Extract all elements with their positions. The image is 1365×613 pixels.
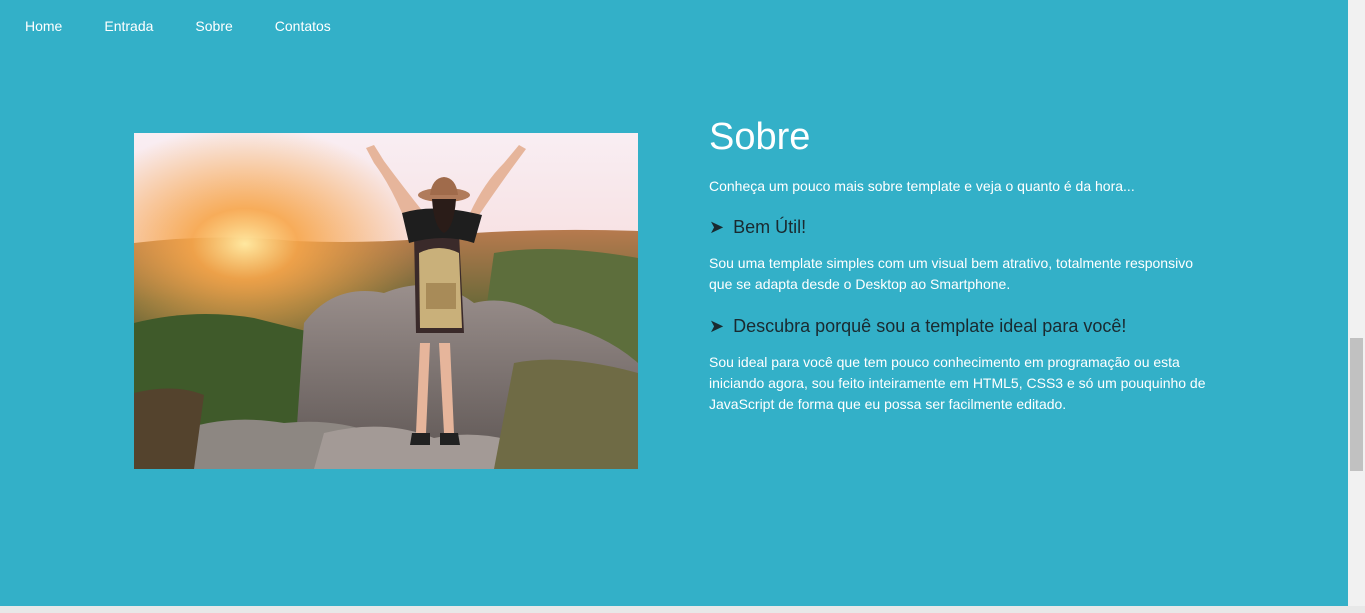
page-title: Sobre xyxy=(709,116,811,158)
section-heading-bem-util: ➤ Bem Útil! xyxy=(709,214,1219,240)
nav-item-home[interactable]: Home xyxy=(25,18,62,34)
about-section: Sobre Conheça um pouco mais sobre templa… xyxy=(709,112,1219,415)
intro-text: Conheça um pouco mais sobre template e v… xyxy=(709,178,1135,194)
arrow-icon: ➤ xyxy=(709,316,725,336)
nav-item-entrada[interactable]: Entrada xyxy=(104,18,153,34)
arrow-icon: ➤ xyxy=(709,217,725,237)
page-background: Home Entrada Sobre Contatos Sobre Conheç… xyxy=(0,0,1348,606)
section-text-descubra: Sou ideal para você que tem pouco conhec… xyxy=(709,354,1206,412)
vertical-scrollbar-thumb[interactable] xyxy=(1350,338,1363,471)
section-heading-label: Descubra porquê sou a template ideal par… xyxy=(733,316,1127,336)
bottom-edge xyxy=(0,606,1365,613)
section-heading-descubra: ➤ Descubra porquê sou a template ideal p… xyxy=(709,313,1219,339)
vertical-scrollbar-track[interactable] xyxy=(1348,0,1365,606)
nav-item-sobre[interactable]: Sobre xyxy=(195,18,232,34)
top-navigation: Home Entrada Sobre Contatos xyxy=(0,0,373,52)
section-heading-label: Bem Útil! xyxy=(733,217,807,237)
nav-item-contatos[interactable]: Contatos xyxy=(275,18,331,34)
section-text-bem-util: Sou uma template simples com um visual b… xyxy=(709,255,1193,292)
hero-image xyxy=(134,133,638,469)
